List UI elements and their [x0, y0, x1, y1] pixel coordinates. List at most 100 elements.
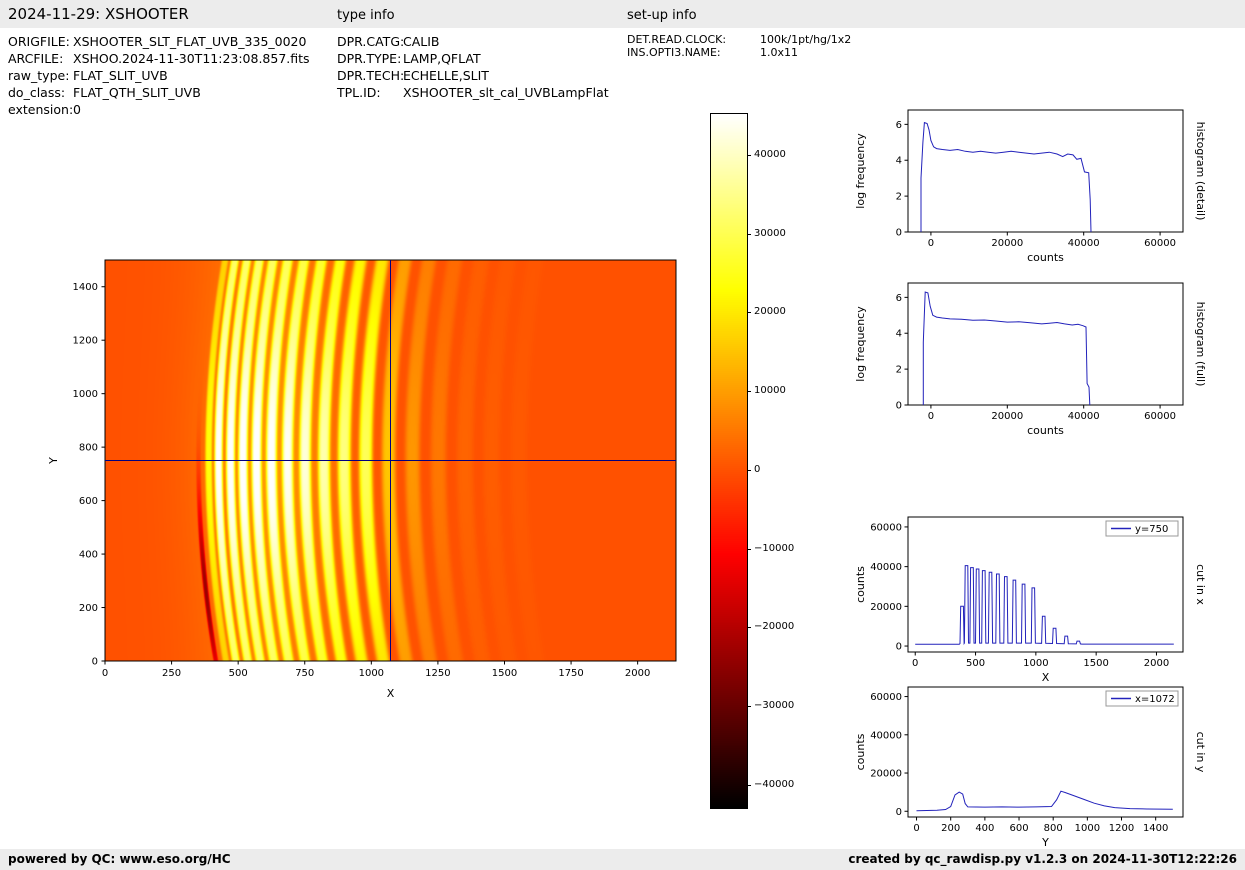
colorbar-tick-mark	[747, 627, 751, 628]
legend-label: x=1072	[1135, 694, 1175, 705]
svg-text:0: 0	[896, 642, 902, 653]
svg-text:2: 2	[896, 365, 902, 376]
colorbar-tick-label: 30000	[754, 228, 786, 239]
svg-text:0: 0	[896, 228, 902, 239]
svg-text:40000: 40000	[1068, 411, 1100, 422]
svg-text:1200: 1200	[1109, 823, 1134, 834]
type-info-heading: type info	[337, 8, 395, 23]
svg-text:histogram (full): histogram (full)	[1194, 302, 1207, 387]
colorbar-tick-mark	[747, 234, 751, 235]
meta-row-tpl-id: TPL.ID:XSHOOTER_slt_cal_UVBLampFlat	[337, 84, 609, 101]
svg-text:0: 0	[896, 807, 902, 818]
legend-box	[1106, 521, 1178, 536]
svg-text:1500: 1500	[492, 668, 517, 679]
svg-text:histogram (detail): histogram (detail)	[1194, 122, 1207, 221]
svg-text:counts: counts	[1027, 424, 1064, 437]
meta-value: 0	[73, 102, 81, 117]
svg-text:200: 200	[941, 823, 960, 834]
svg-text:1750: 1750	[558, 668, 583, 679]
histogram-full-line	[923, 292, 1090, 405]
meta-label: ARCFILE:	[8, 50, 73, 67]
svg-text:counts: counts	[854, 566, 867, 603]
footer-created-by: created by qc_rawdisp.py v1.2.3 on 2024-…	[848, 852, 1237, 866]
svg-text:1000: 1000	[359, 668, 384, 679]
svg-text:1000: 1000	[1023, 658, 1048, 669]
meta-row-dpr-type: DPR.TYPE:LAMP,QFLAT	[337, 50, 609, 67]
colorbar-tick-mark	[747, 391, 751, 392]
svg-text:0: 0	[913, 823, 919, 834]
meta-row-doclass: do_class:FLAT_QTH_SLIT_UVB	[8, 84, 310, 101]
svg-text:200: 200	[79, 603, 98, 614]
svg-text:4: 4	[896, 156, 902, 167]
meta-row-rawtype: raw_type:FLAT_SLIT_UVB	[8, 67, 310, 84]
colorbar-tick-mark	[747, 155, 751, 156]
svg-text:1200: 1200	[73, 336, 98, 347]
svg-text:1250: 1250	[425, 668, 450, 679]
footer-powered-by: powered by QC: www.eso.org/HC	[8, 852, 231, 866]
meta-value: 100k/1pt/hg/1x2	[760, 33, 851, 46]
svg-text:0: 0	[928, 238, 934, 249]
svg-text:X: X	[387, 687, 395, 700]
meta-value: LAMP,QFLAT	[403, 51, 481, 66]
svg-text:60000: 60000	[870, 522, 902, 533]
cut-y-line	[917, 791, 1173, 811]
setup-info-heading: set-up info	[627, 8, 697, 23]
colorbar-tick-mark	[747, 312, 751, 313]
svg-text:250: 250	[162, 668, 181, 679]
svg-text:400: 400	[79, 550, 98, 561]
colorbar-tick-label: 40000	[754, 149, 786, 160]
meta-row-arcfile: ARCFILE:XSHOO.2024-11-30T11:23:08.857.fi…	[8, 50, 310, 67]
svg-text:0: 0	[928, 411, 934, 422]
colorbar-tick-mark	[747, 549, 751, 550]
colorbar-tick-mark	[747, 706, 751, 707]
meta-value: XSHOOTER_SLT_FLAT_UVB_335_0020	[73, 34, 306, 49]
meta-label: DPR.CATG:	[337, 33, 403, 50]
meta-label: DPR.TYPE:	[337, 50, 403, 67]
svg-text:1000: 1000	[1075, 823, 1100, 834]
type-info-block: DPR.CATG:CALIB DPR.TYPE:LAMP,QFLAT DPR.T…	[337, 33, 609, 101]
colorbar-tick-mark	[747, 785, 751, 786]
page-title: 2024-11-29: XSHOOTER	[8, 5, 189, 23]
svg-text:800: 800	[79, 443, 98, 454]
svg-text:counts: counts	[1027, 251, 1064, 264]
colorbar-tick-label: 10000	[754, 385, 786, 396]
meta-value: FLAT_QTH_SLIT_UVB	[73, 85, 201, 100]
colorbar-tick-label: −40000	[754, 779, 794, 790]
svg-text:500: 500	[229, 668, 248, 679]
svg-text:0: 0	[912, 658, 918, 669]
svg-text:0: 0	[92, 657, 98, 668]
colorbar-tick-label: 20000	[754, 306, 786, 317]
meta-row-dpr-catg: DPR.CATG:CALIB	[337, 33, 609, 50]
meta-row-read-clock: DET.READ.CLOCK:100k/1pt/hg/1x2	[627, 33, 851, 46]
colorbar-tick-label: −30000	[754, 700, 794, 711]
svg-text:log frequency: log frequency	[854, 133, 867, 209]
setup-info-block: DET.READ.CLOCK:100k/1pt/hg/1x2 INS.OPTI3…	[627, 33, 851, 59]
cut-x-line	[915, 566, 1174, 645]
svg-text:800: 800	[1044, 823, 1063, 834]
svg-text:40000: 40000	[870, 730, 902, 741]
svg-text:cut in x: cut in x	[1194, 564, 1207, 605]
svg-text:40000: 40000	[1068, 238, 1100, 249]
svg-text:X: X	[1042, 671, 1050, 684]
file-info-block: ORIGFILE:XSHOOTER_SLT_FLAT_UVB_335_0020 …	[8, 33, 310, 118]
meta-label: raw_type:	[8, 67, 73, 84]
meta-label: ORIGFILE:	[8, 33, 73, 50]
meta-label: DET.READ.CLOCK:	[627, 33, 760, 46]
svg-text:750: 750	[295, 668, 314, 679]
svg-text:1500: 1500	[1083, 658, 1108, 669]
svg-text:60000: 60000	[1144, 238, 1176, 249]
svg-text:2000: 2000	[625, 668, 650, 679]
svg-text:20000: 20000	[870, 602, 902, 613]
svg-text:2000: 2000	[1144, 658, 1169, 669]
meta-value: XSHOOTER_slt_cal_UVBLampFlat	[403, 85, 609, 100]
cut-x-plot: 05001000150020000200004000060000Xcountsc…	[848, 507, 1220, 699]
svg-text:1400: 1400	[73, 282, 98, 293]
meta-label: TPL.ID:	[337, 84, 403, 101]
svg-text:20000: 20000	[991, 238, 1023, 249]
legend-box	[1106, 691, 1178, 706]
colorbar-tick-mark	[747, 470, 751, 471]
svg-text:0: 0	[896, 401, 902, 412]
svg-text:counts: counts	[854, 733, 867, 770]
meta-label: INS.OPTI3.NAME:	[627, 46, 760, 59]
meta-label: do_class:	[8, 84, 73, 101]
